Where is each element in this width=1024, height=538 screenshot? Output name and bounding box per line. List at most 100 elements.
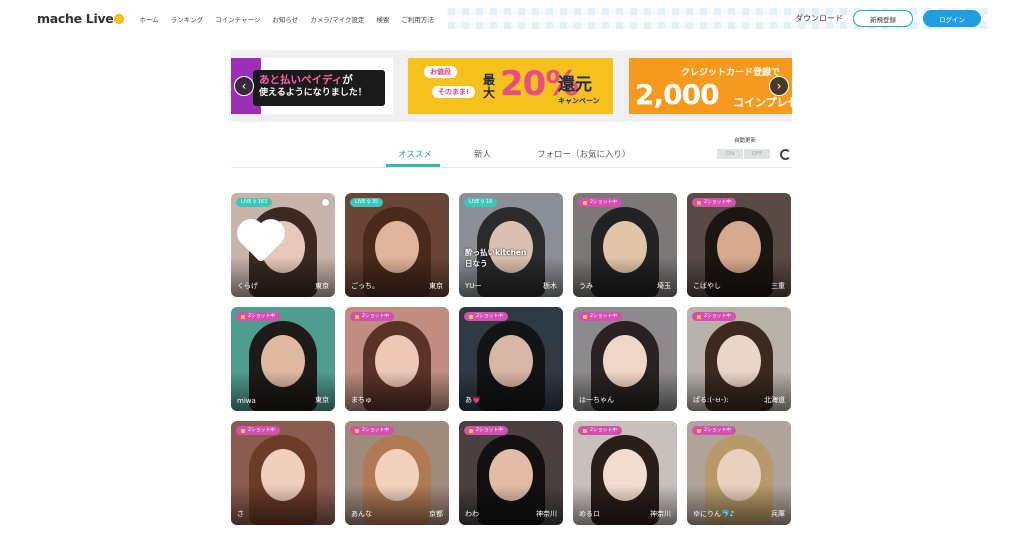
lock-icon [697,200,701,205]
tab-following[interactable]: フォロー（お気に入り） [537,148,631,160]
streamer-name: うみ [579,282,593,290]
download-link[interactable]: ダウンロード [795,13,843,24]
live-badge: LIVE ♀ 163 [236,198,273,207]
main-nav: ホーム ランキング コインチャージ お知らせ カメラ/マイク設定 検索 ご利用方… [133,8,439,29]
streamer-card[interactable]: 2ショット中まちゅ [345,307,449,411]
banner-credit-amount: 2,000 [635,78,720,111]
lock-icon [583,428,587,433]
streamer-card[interactable]: LIVE ♀ 163 くらげ 東京 [231,193,335,297]
banner-same-badge: そのまま! [432,86,476,98]
two-shot-badge: 2ショット中 [692,198,737,207]
card-gradient [687,257,791,297]
streamer-card[interactable]: 2ショット中 めるロ 神奈川 [573,421,677,525]
badge-text: 2ショット中 [248,314,276,319]
badge-text: 2ショット中 [362,428,390,433]
lock-icon [697,428,701,433]
streamer-card[interactable]: LIVE ♀ 18 酔っ払いkitchen 日なう YU一 栃木 [459,193,563,297]
refresh-icon[interactable] [780,149,791,160]
streamer-card[interactable]: 2ショット中 は一ちゃん [573,307,677,411]
auto-refresh-toggle[interactable]: ON OFF [717,149,773,159]
stream-title: 酔っ払いkitchen 日なう [465,248,527,268]
streamer-name: めるロ [579,510,600,518]
nav-coin-charge[interactable]: コインチャージ [209,14,266,24]
streamer-location: 栃木 [543,282,557,290]
badge-text: 2ショット中 [362,314,390,319]
streamer-location: 東京 [429,282,443,290]
lock-icon [583,314,587,319]
banner-credit-card[interactable]: クレジットカード登録で 2,000 コインプレゼ [629,58,792,114]
streamer-card[interactable]: 2ショット中 ぱる:(-ㅂ-): 北海道 [687,307,791,411]
two-shot-badge: 2ショット中 [464,312,509,321]
streamer-card[interactable]: 2ショット中 あんな 京都 [345,421,449,525]
streamer-card[interactable]: 2ショット中 わわ 神奈川 [459,421,563,525]
streamer-location: 京都 [429,510,443,518]
streamer-card[interactable]: 2ショット中 miwa 東京 [231,307,335,411]
card-gradient [573,257,677,297]
nav-camera-mic-settings[interactable]: カメラ/マイク設定 [304,14,370,24]
badge-text: 2ショット中 [476,314,504,319]
lock-icon [241,428,245,433]
banner-cashback-campaign[interactable]: お値段 そのまま! 最大 20% 還元 キャンペーン [408,58,613,114]
tab-recommended[interactable]: オススメ [398,148,432,160]
profile-link-icon[interactable] [321,198,330,207]
banner-paidy[interactable]: あと払いペイディが 使えるようになりました！ [231,58,393,114]
lock-icon [469,428,473,433]
logo[interactable]: mache Live [37,11,124,26]
streamer-location: 北海道 [764,396,785,404]
two-shot-badge: 2ショット中 [464,426,509,435]
tab-new[interactable]: 新人 [474,148,491,160]
streamer-name: くらげ [237,282,258,290]
nav-how-to-use[interactable]: ご利用方法 [395,14,440,24]
streamer-name: あ💗 [465,396,481,404]
logo-text: mache Live [37,11,114,26]
streamer-name: こばやし [693,282,721,290]
streamer-name: ごっち。 [351,282,379,290]
nav-ranking[interactable]: ランキング [165,14,209,24]
badge-text: 2ショット中 [704,200,732,205]
badge-text: 2ショット中 [248,428,276,433]
nav-notices[interactable]: お知らせ [266,14,304,24]
card-gradient [573,371,677,411]
streamer-location: 三重 [771,282,785,290]
header-right: ダウンロード 新規登録 ログイン [795,8,981,29]
carousel-prev-button[interactable]: ‹ [234,76,254,96]
streamer-card[interactable]: 2ショット中 ゆにりん🐬♪ 兵庫 [687,421,791,525]
two-shot-badge: 2ショット中 [236,312,281,321]
streamer-name: さ [237,510,244,518]
streamer-name: ゆにりん🐬♪ [693,510,735,518]
streamer-card[interactable]: LIVE ♀ 35 ごっち。 東京 [345,193,449,297]
register-button[interactable]: 新規登録 [853,10,913,27]
badge-text: LIVE ♀ 18 [469,200,493,205]
streamer-card[interactable]: 2ショット中 うみ 埼玉 [573,193,677,297]
two-shot-badge: 2ショット中 [350,312,395,321]
streamer-card[interactable]: 2ショット中さ [231,421,335,525]
badge-text: LIVE ♀ 35 [355,200,379,205]
live-badge: LIVE ♀ 35 [350,198,384,207]
chevron-left-icon: ‹ [241,79,247,93]
login-button[interactable]: ログイン [923,10,981,27]
streamer-location: 埼玉 [657,282,671,290]
streamer-name: ぱる:(-ㅂ-): [693,396,729,404]
nav-home[interactable]: ホーム [133,14,164,24]
banner-cashback-label: 還元 [558,75,592,95]
card-gradient [459,485,563,525]
carousel-next-button[interactable]: › [769,76,789,96]
streamer-card[interactable]: 2ショット中あ💗 [459,307,563,411]
streamer-name: まちゅ [351,396,372,404]
lock-icon [241,314,245,319]
nav-search[interactable]: 検索 [370,14,395,24]
lock-icon [697,314,701,319]
card-gradient [231,371,335,411]
active-tab-indicator [386,164,440,167]
banner-price-badge: お値段 [424,66,457,78]
lock-icon [355,314,359,319]
toggle-on[interactable]: ON [717,149,743,159]
toggle-off[interactable]: OFF [744,149,770,159]
card-gradient [687,485,791,525]
streamer-card[interactable]: 2ショット中こばやし 三重 [687,193,791,297]
streamer-name: miwa [237,397,256,405]
lock-icon [355,428,359,433]
card-gradient [345,257,449,297]
chevron-right-icon: › [776,79,782,93]
badge-text: 2ショット中 [590,314,618,319]
